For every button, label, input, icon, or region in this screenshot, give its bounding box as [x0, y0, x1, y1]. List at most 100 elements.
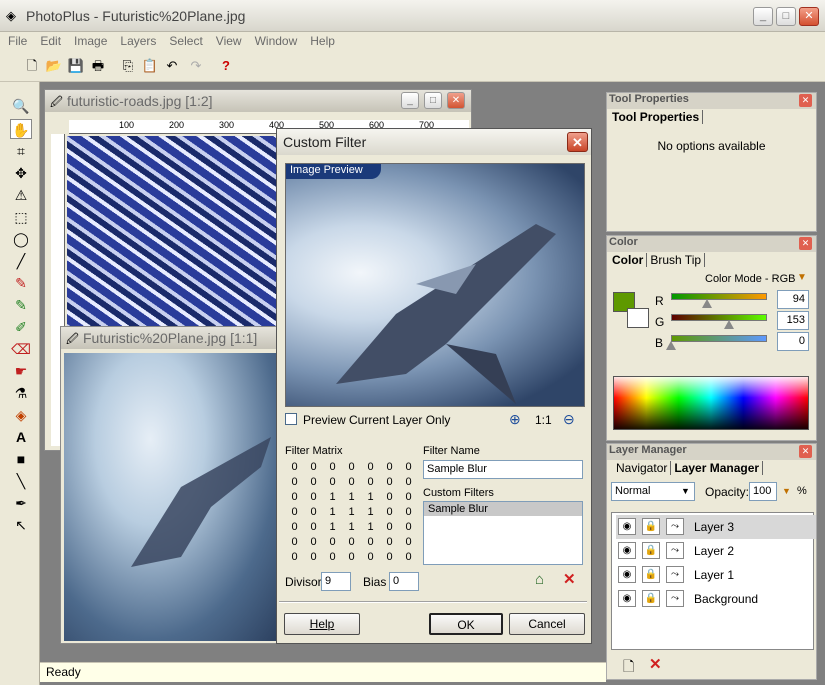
matrix-cell[interactable]: 0 [380, 549, 399, 564]
layer-row[interactable]: ◉ 🔒 ⤳ Background [616, 587, 816, 611]
brush-green-icon[interactable]: ✎ [10, 295, 32, 315]
opacity-dropdown-icon[interactable]: ▼ [782, 486, 791, 496]
matrix-cell[interactable]: 0 [304, 549, 323, 564]
matrix-cell[interactable]: 0 [304, 489, 323, 504]
maximize-button[interactable]: □ [776, 7, 796, 26]
help-button[interactable]: Help [284, 613, 360, 635]
ok-button[interactable]: OK [429, 613, 503, 635]
roads-minimize-button[interactable]: _ [401, 92, 419, 109]
matrix-cell[interactable]: 1 [361, 489, 380, 504]
matrix-cell[interactable]: 1 [342, 504, 361, 519]
color-mode-label[interactable]: Color Mode - RGB [705, 273, 795, 285]
divisor-field[interactable]: 9 [321, 572, 351, 591]
fill-tool-icon[interactable]: ◈ [10, 405, 32, 425]
menu-view[interactable]: View [208, 32, 247, 48]
save-icon[interactable]: 💾 [66, 56, 86, 76]
menu-select[interactable]: Select [161, 32, 207, 48]
zoom-level[interactable]: 1:1 [535, 413, 552, 427]
b-slider[interactable] [671, 335, 767, 342]
roads-maximize-button[interactable]: □ [424, 92, 442, 109]
matrix-cell[interactable]: 0 [361, 474, 380, 489]
matrix-cell[interactable]: 1 [323, 489, 342, 504]
paste-icon[interactable]: 📋 [140, 56, 160, 76]
color-close-icon[interactable]: ✕ [799, 237, 812, 250]
matrix-cell[interactable]: 0 [380, 504, 399, 519]
matrix-cell[interactable]: 0 [342, 549, 361, 564]
matrix-cell[interactable]: 0 [285, 459, 304, 474]
blend-mode-dropdown-icon[interactable]: ▼ [681, 486, 690, 496]
blend-icon[interactable]: ⤳ [666, 566, 684, 583]
move-tool-icon[interactable]: ✥ [10, 163, 32, 183]
hand-tool-icon[interactable]: ✋ [10, 119, 32, 139]
add-filter-icon[interactable]: ⌂ [535, 571, 544, 588]
matrix-cell[interactable]: 0 [323, 534, 342, 549]
deform-tool-icon[interactable]: ⚠ [10, 185, 32, 205]
smudge-tool-icon[interactable]: ☛ [10, 361, 32, 381]
eye-icon[interactable]: ◉ [618, 566, 636, 583]
eye-icon[interactable]: ◉ [618, 518, 636, 535]
g-slider[interactable] [671, 314, 767, 321]
matrix-cell[interactable]: 0 [285, 549, 304, 564]
lock-icon[interactable]: 🔒 [642, 566, 660, 583]
matrix-cell[interactable]: 0 [285, 489, 304, 504]
tab-navigator[interactable]: Navigator [613, 461, 672, 475]
matrix-cell[interactable]: 0 [380, 534, 399, 549]
matrix-cell[interactable]: 0 [399, 459, 418, 474]
matrix-cell[interactable]: 0 [399, 534, 418, 549]
tab-layer-manager[interactable]: Layer Manager [671, 461, 764, 475]
matrix-cell[interactable]: 1 [323, 519, 342, 534]
crop-tool-icon[interactable]: ⌗ [10, 141, 32, 161]
tab-brush-tip[interactable]: Brush Tip [647, 253, 706, 267]
matrix-cell[interactable]: 0 [285, 504, 304, 519]
custom-filter-item[interactable]: Sample Blur [424, 502, 582, 516]
r-value-field[interactable]: 94 [777, 290, 809, 309]
bias-field[interactable]: 0 [389, 572, 419, 591]
layer-manager-close-icon[interactable]: ✕ [799, 445, 812, 458]
tab-color[interactable]: Color [609, 253, 648, 267]
pen-tool-icon[interactable]: ✒ [10, 493, 32, 513]
menu-window[interactable]: Window [247, 32, 303, 48]
matrix-cell[interactable]: 0 [285, 519, 304, 534]
color-spectrum[interactable] [613, 376, 809, 430]
blend-icon[interactable]: ⤳ [666, 518, 684, 535]
roads-image[interactable] [67, 136, 277, 336]
matrix-cell[interactable]: 0 [361, 459, 380, 474]
node-tool-icon[interactable]: ↖ [10, 515, 32, 535]
new-file-icon[interactable]: 🗋 [22, 56, 42, 76]
print-icon[interactable]: 🖶 [88, 56, 108, 76]
line-tool-icon[interactable]: ╱ [10, 251, 32, 271]
matrix-cell[interactable]: 0 [380, 459, 399, 474]
brush-red-icon[interactable]: ✎ [10, 273, 32, 293]
color-mode-dropdown-icon[interactable]: ▼ [797, 272, 807, 283]
matrix-cell[interactable]: 0 [342, 459, 361, 474]
new-layer-icon[interactable]: 🗋 [623, 656, 634, 680]
menu-image[interactable]: Image [66, 32, 112, 48]
preview-layer-checkbox[interactable] [285, 413, 297, 425]
matrix-cell[interactable]: 1 [323, 504, 342, 519]
background-color-swatch[interactable] [627, 308, 649, 328]
g-slider-thumb[interactable] [723, 320, 734, 329]
matrix-cell[interactable]: 0 [285, 534, 304, 549]
menu-file[interactable]: File [0, 32, 32, 48]
redo-icon[interactable]: ↷ [186, 56, 206, 76]
matrix-cell[interactable]: 0 [342, 534, 361, 549]
matrix-cell[interactable]: 0 [399, 519, 418, 534]
filter-matrix[interactable]: 0000000000000000111000011100001110000000… [285, 459, 418, 564]
filter-name-field[interactable]: Sample Blur [423, 460, 583, 479]
matrix-cell[interactable]: 0 [399, 474, 418, 489]
rect-select-icon[interactable]: ⬚ [10, 207, 32, 227]
matrix-cell[interactable]: 1 [361, 519, 380, 534]
copy-icon[interactable]: ⎘ [118, 56, 138, 76]
help-icon[interactable]: ? [216, 56, 236, 76]
matrix-cell[interactable]: 0 [399, 489, 418, 504]
tool-properties-close-icon[interactable]: ✕ [799, 94, 812, 107]
layer-row[interactable]: ◉ 🔒 ⤳ Layer 3 [616, 515, 816, 539]
pen-line-icon[interactable]: ╲ [10, 471, 32, 491]
dialog-close-button[interactable]: ✕ [567, 132, 588, 152]
zoom-in-icon[interactable]: ⊕ [509, 411, 521, 428]
blend-icon[interactable]: ⤳ [666, 590, 684, 607]
matrix-cell[interactable]: 0 [304, 519, 323, 534]
minimize-button[interactable]: _ [753, 7, 773, 26]
matrix-cell[interactable]: 1 [361, 504, 380, 519]
lock-icon[interactable]: 🔒 [642, 590, 660, 607]
